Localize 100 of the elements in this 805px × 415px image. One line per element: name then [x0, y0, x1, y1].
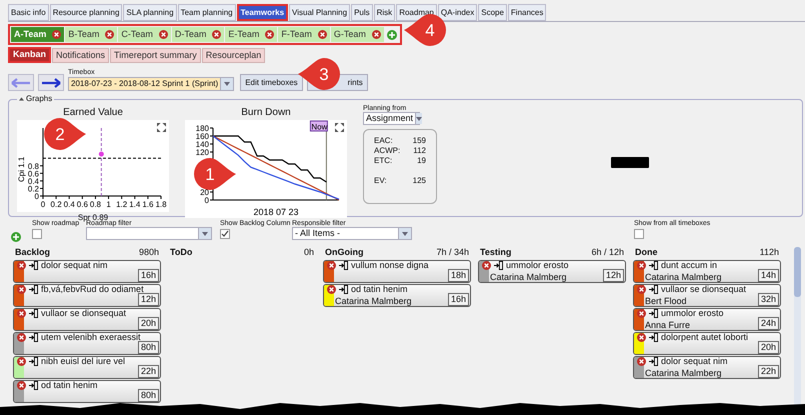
view-tab[interactable]: Notifications: [52, 48, 110, 63]
main-tab[interactable]: Basic info: [8, 4, 49, 21]
task-card[interactable]: ummolor erosto Anna Furre 24h: [633, 308, 781, 331]
hours-badge: 22h: [138, 365, 159, 378]
main-tab[interactable]: Visual Planning: [289, 4, 350, 21]
enter-icon: [29, 261, 38, 270]
checkbox[interactable]: [32, 229, 42, 239]
team-tab[interactable]: E-Team: [225, 27, 278, 42]
add-icon[interactable]: [386, 30, 397, 40]
dropdown-caret[interactable]: [415, 113, 422, 124]
task-card[interactable]: vullaor se dionsequat Bert Flood 32h: [633, 284, 781, 307]
close-icon[interactable]: [637, 309, 646, 318]
team-tab[interactable]: C-Team: [118, 27, 171, 42]
main-tab[interactable]: SLA planning: [123, 4, 177, 21]
tick-label: 0.2: [28, 184, 39, 194]
task-card[interactable]: od tatin henim Catarina Malmberg 16h: [323, 284, 471, 307]
close-icon[interactable]: [318, 30, 327, 39]
main-tab[interactable]: Scope: [478, 4, 507, 21]
task-card[interactable]: vullaor se dionsequat 20h: [13, 308, 161, 331]
stat-label: ETC:: [374, 156, 392, 166]
hours-badge: 12h: [602, 269, 624, 282]
view-tab[interactable]: Resourceplan: [202, 48, 266, 63]
card-title: ummolor erosto: [661, 309, 724, 318]
scrollbar[interactable]: [794, 247, 801, 407]
dropdown-caret[interactable]: [398, 228, 411, 239]
close-icon[interactable]: [637, 261, 646, 270]
checkbox[interactable]: [220, 229, 230, 239]
view-tab[interactable]: Kanban: [8, 47, 52, 63]
task-card[interactable]: fb,vá,febvRud do odiamet 12h: [13, 284, 161, 307]
task-card[interactable]: utem velenibh exeraessit 80h: [13, 332, 161, 355]
enter-icon: [29, 357, 38, 366]
close-icon[interactable]: [372, 30, 381, 39]
close-icon[interactable]: [265, 30, 274, 39]
enter-icon: [649, 285, 658, 294]
add-icon[interactable]: [11, 232, 21, 242]
close-icon[interactable]: [327, 261, 336, 270]
team-tab[interactable]: B-Team: [65, 27, 118, 42]
planning-select[interactable]: Assignment: [363, 112, 420, 125]
close-icon[interactable]: [17, 285, 26, 294]
tick-label: 0.4: [28, 176, 39, 186]
task-card[interactable]: nibh euisl del iure vel 22h: [13, 356, 161, 379]
card-title: dolor sequat nim: [41, 261, 108, 270]
team-tab[interactable]: F-Team: [278, 27, 330, 42]
close-icon[interactable]: [327, 285, 336, 294]
timebox-select[interactable]: 2018-07-23 - 2018-08-12 Sprint 1 (Sprint): [68, 77, 234, 91]
close-icon[interactable]: [105, 30, 114, 39]
dropdown-caret[interactable]: [198, 228, 211, 239]
close-icon[interactable]: [482, 261, 491, 270]
enter-icon: [29, 333, 38, 342]
stat-label: ACWP:: [374, 146, 400, 156]
dropdown-caret[interactable]: [220, 78, 234, 90]
collapse-icon[interactable]: [19, 97, 24, 101]
close-icon[interactable]: [52, 30, 62, 39]
axis-label: 2018 07 23: [253, 207, 299, 217]
task-card[interactable]: ummolor erosto Catarina Malmberg 12h: [478, 260, 626, 283]
main-tab[interactable]: Resource planning: [50, 4, 122, 21]
team-tab[interactable]: A-Team: [11, 27, 64, 42]
close-icon[interactable]: [17, 381, 26, 390]
column-title: Backlog: [15, 246, 50, 260]
enter-icon: [29, 285, 38, 294]
main-tab[interactable]: Teamworks: [236, 4, 288, 21]
card-title: od tatin henim: [351, 285, 408, 294]
task-card[interactable]: dolor sequat nim Catarina Malmberg 22h: [633, 356, 781, 379]
fullscreen-icon[interactable]: [335, 123, 344, 132]
task-card[interactable]: dolor sequat nim 16h: [13, 260, 161, 283]
close-icon[interactable]: [637, 357, 646, 366]
close-icon[interactable]: [158, 30, 168, 39]
close-icon[interactable]: [17, 309, 26, 318]
task-card[interactable]: dolorpent autet loborti 20h: [633, 332, 781, 355]
view-tab[interactable]: Timereport summary: [110, 48, 201, 63]
close-icon[interactable]: [212, 30, 222, 39]
toolbar-button[interactable]: Edit timeboxes: [240, 74, 303, 91]
card-title: utem velenibh exeraessit: [41, 333, 141, 342]
section-legend[interactable]: Graphs: [17, 93, 54, 105]
next-button[interactable]: [38, 74, 64, 91]
assignee-name: Catarina Malmberg: [645, 273, 722, 282]
main-tab[interactable]: Risk: [374, 4, 396, 21]
fullscreen-icon[interactable]: [157, 123, 166, 132]
checkbox[interactable]: [634, 229, 644, 239]
close-icon[interactable]: [17, 261, 26, 270]
task-card[interactable]: vullum nonse digna 18h: [323, 260, 471, 283]
task-card[interactable]: dunt accum in Catarina Malmberg 14h: [633, 260, 781, 283]
enter-icon: [29, 309, 38, 318]
close-icon[interactable]: [17, 333, 26, 342]
task-card[interactable]: od tatin henim 80h: [13, 380, 161, 403]
tick-label: 0.8: [28, 162, 39, 171]
main-tab[interactable]: QA-index: [438, 4, 478, 21]
tick-label: 180: [196, 124, 209, 133]
close-icon[interactable]: [637, 285, 646, 294]
close-icon[interactable]: [637, 333, 646, 342]
team-tab[interactable]: D-Team: [172, 27, 224, 42]
chart-title: Earned Value: [63, 106, 123, 120]
tick-label: 160: [196, 132, 209, 141]
main-tab[interactable]: Puls: [351, 4, 373, 21]
team-tab[interactable]: G-Team: [330, 27, 384, 42]
close-icon[interactable]: [17, 357, 26, 366]
main-tab[interactable]: Team planning: [178, 4, 236, 21]
main-tab[interactable]: Finances: [508, 4, 546, 21]
card-title: dolorpent autet loborti: [661, 333, 748, 342]
responsible-select[interactable]: - All Items -: [292, 227, 412, 240]
